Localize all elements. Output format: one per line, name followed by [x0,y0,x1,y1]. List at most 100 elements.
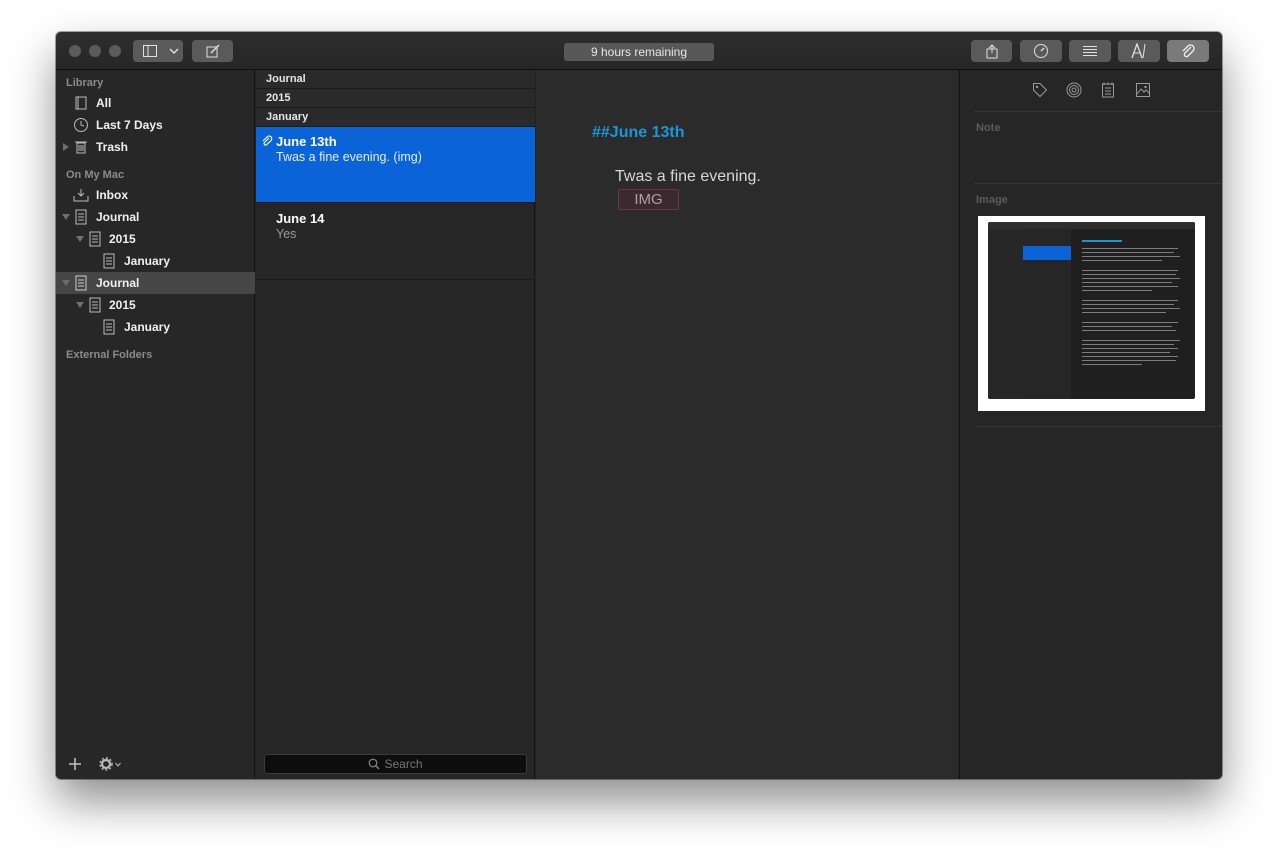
thumbnail-text-line [1082,348,1178,349]
thumbnail-text-line [1082,304,1174,305]
gear-icon[interactable] [99,757,113,771]
image-placeholder[interactable]: IMG [618,189,679,210]
section-header-external-folders[interactable]: External Folders [66,349,152,361]
thumbnail-text-line [1082,286,1178,287]
search-input[interactable]: Search [264,754,527,774]
sidebar-item-label: All [96,96,112,110]
divider [974,183,1222,184]
typography-button[interactable] [1118,40,1160,62]
search-icon [369,758,380,770]
clock-icon [74,118,88,132]
share-button[interactable] [971,40,1012,62]
journal-icon [89,231,101,247]
image-icon[interactable] [1135,82,1151,98]
list-item[interactable]: June 13th Twas a fine evening. (img) [256,127,535,203]
entry-preview: Twas a fine evening. (img) [276,150,422,164]
note-section-label: Note [976,122,1001,134]
sidebar-toggle-button[interactable] [133,40,183,62]
disclosure-triangle-icon[interactable] [62,280,70,286]
disclosure-triangle-icon[interactable] [63,143,69,151]
close-window-button[interactable] [69,45,81,57]
thumbnail-text-line [1082,308,1180,309]
entry-list-pane: Journal 2015 January June 13th Twas a fi… [256,70,535,779]
compose-icon [206,44,220,58]
image-thumbnail[interactable] [978,216,1205,411]
thumbnail-text-line [1082,364,1142,365]
thumbnail-text-line [1082,274,1176,275]
divider [974,426,1222,427]
outline-button[interactable] [1069,40,1111,62]
sidebar-item-label: Last 7 Days [96,118,163,132]
sidebar-item-label: Journal [96,276,140,290]
sidebar-item-label: Trash [96,140,129,154]
sidebar-item-2015[interactable]: 2015 [56,294,255,316]
stats-button[interactable] [1020,40,1062,62]
sidebar-item-label: January [124,254,171,268]
journal-icon [103,253,115,269]
breadcrumb-journal[interactable]: Journal [256,70,535,89]
thumbnail-selected-row [1023,246,1071,260]
journal-icon [75,275,87,291]
target-icon[interactable] [1066,82,1082,98]
new-entry-button[interactable] [192,40,233,62]
sidebar-item-last-7-days[interactable]: Last 7 Days [56,114,255,136]
thumbnail-heading [1082,240,1122,242]
entry-heading[interactable]: ##June 13th [592,124,684,142]
app-window: 9 hours remaining Library All Last 7 Day… [56,32,1222,779]
section-header-library: Library [66,77,104,89]
breadcrumb-january[interactable]: January [256,108,535,127]
inbox-icon [73,189,89,202]
thumbnail-text-line [1082,360,1176,361]
disclosure-triangle-icon[interactable] [76,302,84,308]
thumbnail-text-line [1082,278,1180,279]
trash-icon [75,141,87,154]
thumbnail-preview [988,222,1195,399]
breadcrumb-2015[interactable]: 2015 [256,89,535,108]
thumbnail-text-line [1082,352,1170,353]
sidebar-item-journal[interactable]: Journal [56,206,255,228]
sidebar-item-2015[interactable]: 2015 [56,228,255,250]
add-icon[interactable] [69,758,81,770]
share-icon [986,43,997,58]
sidebar-icon [143,45,157,57]
entry-title: June 13th [276,134,337,149]
sidebar-item-journal-selected[interactable]: Journal [56,272,255,294]
list-item[interactable]: June 14 Yes [256,204,535,280]
thumbnail-text-line [1082,270,1178,271]
journal-icon [75,209,87,225]
title-bar: 9 hours remaining [56,32,1222,70]
sidebar-item-january[interactable]: January [56,250,255,272]
sidebar-item-january[interactable]: January [56,316,255,338]
section-header-on-my-mac: On My Mac [66,169,125,181]
paperclip-icon [1182,44,1195,58]
chevron-down-icon [115,762,121,767]
editor-pane[interactable]: ##June 13th Twas a fine evening. IMG [536,70,958,779]
sidebar-item-label: Journal [96,210,140,224]
thumbnail-text-line [1082,322,1178,323]
disclosure-triangle-icon[interactable] [76,236,84,242]
sidebar-item-trash[interactable]: Trash [56,136,255,158]
entry-title: June 14 [276,211,325,226]
disclosure-triangle-icon[interactable] [62,214,70,220]
sidebar-item-all[interactable]: All [56,92,255,114]
zoom-window-button[interactable] [109,45,121,57]
notepad-icon[interactable] [1100,82,1116,98]
attachments-button[interactable] [1167,40,1209,62]
sidebar-item-label: 2015 [109,232,136,246]
entry-body[interactable]: Twas a fine evening. [615,168,761,186]
tag-icon[interactable] [1032,82,1048,98]
thumbnail-text-line [1082,340,1180,341]
thumbnail-text-line [1082,312,1166,313]
thumbnail-text-line [1082,330,1176,331]
thumbnail-text-line [1082,344,1174,345]
sidebar-item-label: January [124,320,171,334]
thumbnail-text-line [1082,290,1152,291]
divider [974,111,1222,112]
sidebar-item-inbox[interactable]: Inbox [56,184,255,206]
font-icon [1131,43,1146,59]
inspector-pane: Note Image [959,70,1222,779]
sidebar: Library All Last 7 Days Trash On My Mac … [56,70,255,779]
thumbnail-text-line [1082,248,1178,249]
thumbnail-text-line [1082,260,1162,261]
minimize-window-button[interactable] [89,45,101,57]
